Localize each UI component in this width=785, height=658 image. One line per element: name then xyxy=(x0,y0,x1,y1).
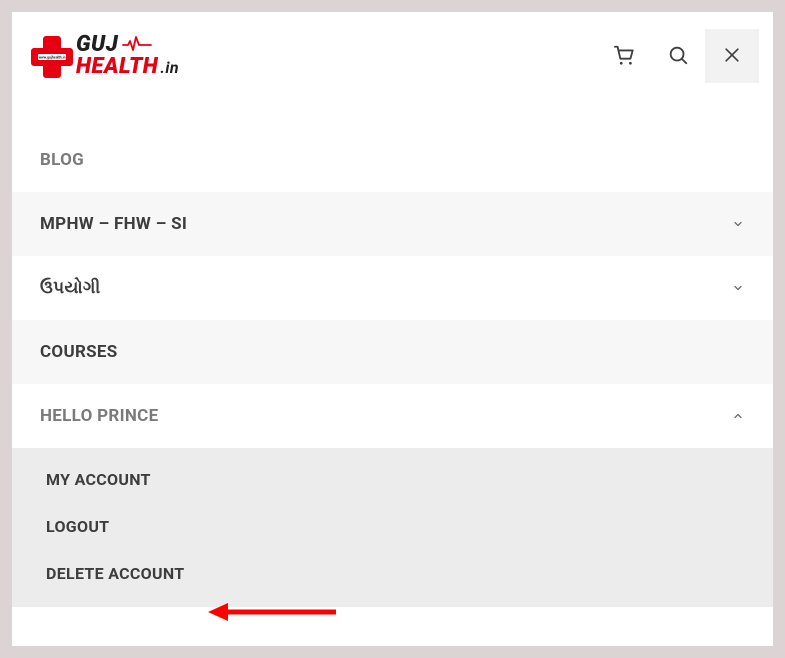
close-icon xyxy=(722,45,742,68)
cart-button[interactable] xyxy=(597,29,651,83)
header-bar: www.gujhealth.in GUJ HEALTH.in xyxy=(12,12,773,100)
submenu-delete-account[interactable]: DELETE ACCOUNT xyxy=(12,550,773,597)
menu-item-blog[interactable]: BLOG xyxy=(12,128,773,192)
menu-label: MPHW – FHW – SI xyxy=(40,214,187,234)
main-menu: BLOG MPHW – FHW – SI ઉપયોગી COURSES HELL… xyxy=(12,128,773,448)
menu-label: COURSES xyxy=(40,342,118,362)
svg-text:www.gujhealth.in: www.gujhealth.in xyxy=(38,56,65,60)
submenu-my-account[interactable]: MY ACCOUNT xyxy=(12,456,773,503)
search-icon xyxy=(667,44,689,69)
menu-label: BLOG xyxy=(40,150,84,170)
arrow-annotation xyxy=(208,600,338,628)
heartbeat-icon xyxy=(122,35,152,56)
submenu-label: MY ACCOUNT xyxy=(46,470,151,489)
app-frame: www.gujhealth.in GUJ HEALTH.in xyxy=(10,10,775,648)
close-menu-button[interactable] xyxy=(705,29,759,83)
logo-text: GUJ HEALTH.in xyxy=(76,34,179,78)
header-icons xyxy=(597,29,759,83)
logo-cross-icon: www.gujhealth.in xyxy=(30,34,74,78)
logo-text-top: GUJ xyxy=(76,34,118,56)
logo-text-in: .in xyxy=(160,58,179,77)
chevron-down-icon xyxy=(731,281,745,295)
submenu-label: DELETE ACCOUNT xyxy=(46,564,184,583)
menu-label: HELLO PRINCE xyxy=(40,406,158,426)
submenu-logout[interactable]: LOGOUT xyxy=(12,503,773,550)
cart-icon xyxy=(613,44,635,69)
chevron-down-icon xyxy=(731,217,745,231)
logo[interactable]: www.gujhealth.in GUJ HEALTH.in xyxy=(30,34,179,78)
menu-item-hello[interactable]: HELLO PRINCE xyxy=(12,384,773,448)
menu-item-courses[interactable]: COURSES xyxy=(12,320,773,384)
logo-text-health: HEALTH xyxy=(76,54,158,79)
menu-label: ઉપયોગી xyxy=(40,278,101,298)
chevron-up-icon xyxy=(731,409,745,423)
search-button[interactable] xyxy=(651,29,705,83)
menu-item-mphw[interactable]: MPHW – FHW – SI xyxy=(12,192,773,256)
submenu-account: MY ACCOUNT LOGOUT DELETE ACCOUNT xyxy=(12,448,773,607)
submenu-label: LOGOUT xyxy=(46,517,109,536)
menu-item-useful[interactable]: ઉપયોગી xyxy=(12,256,773,320)
